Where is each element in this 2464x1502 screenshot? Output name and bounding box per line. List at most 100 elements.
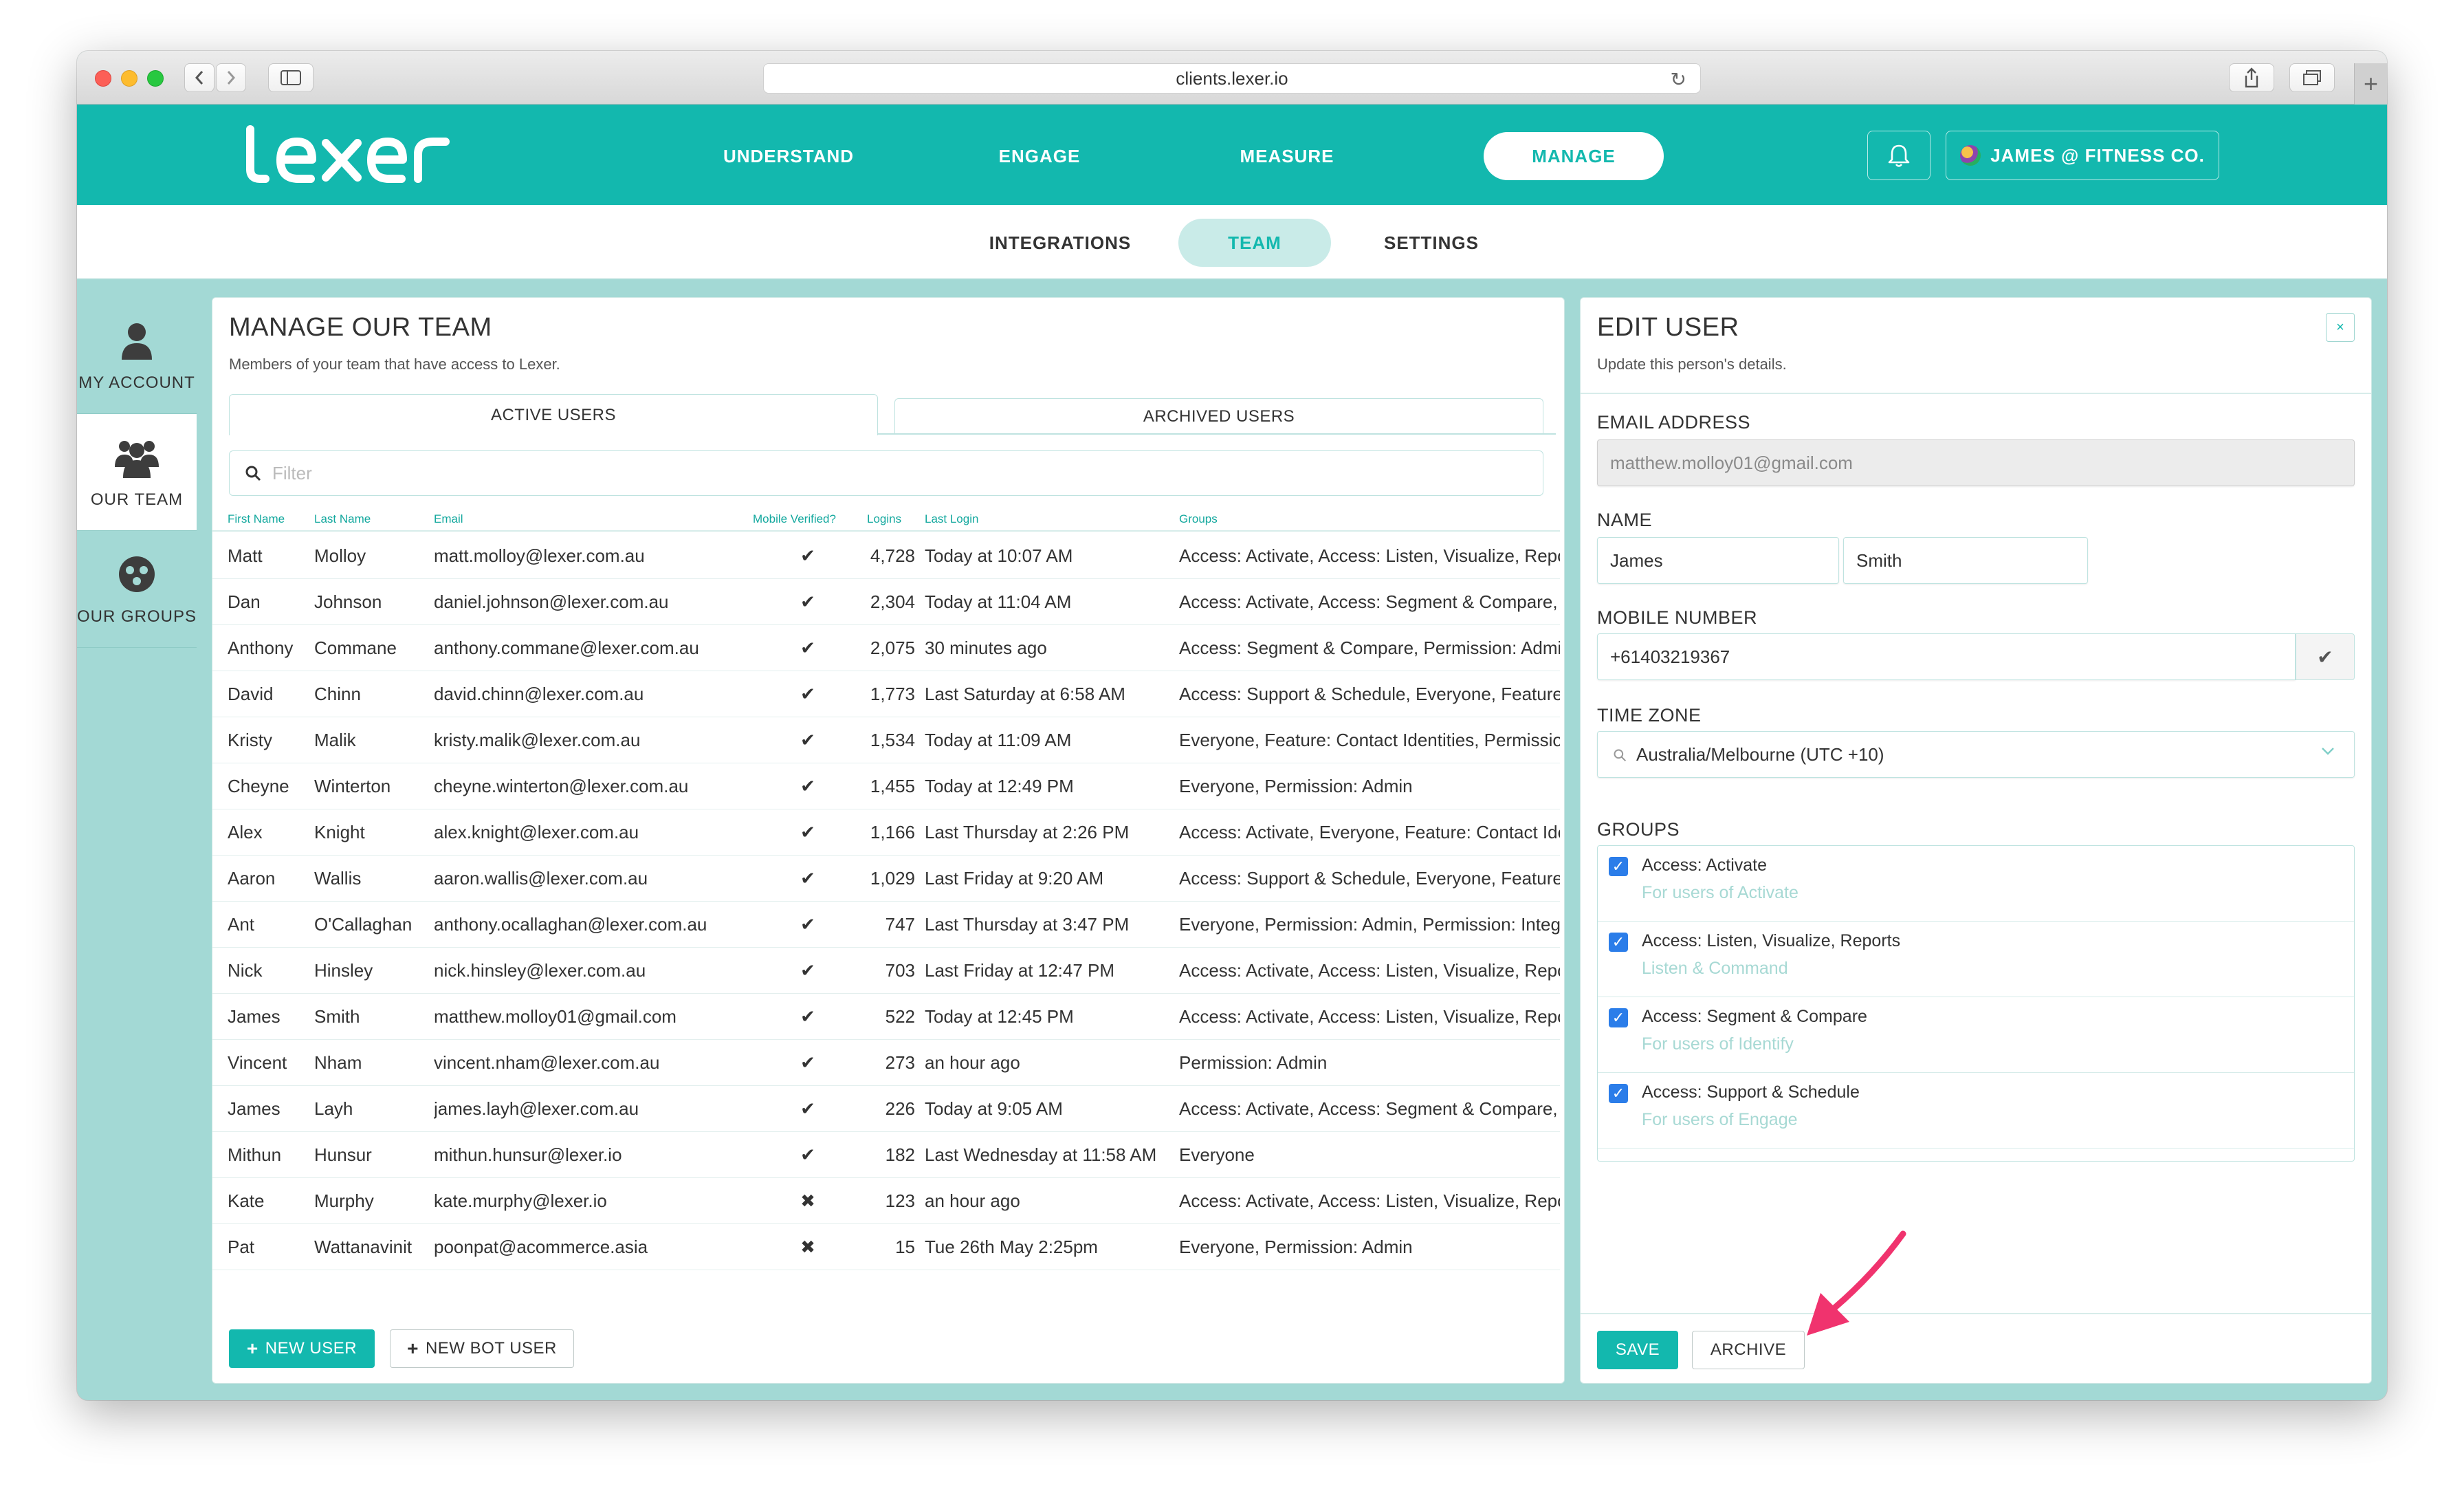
reload-icon[interactable]: ↻	[1671, 68, 1686, 91]
sidebar-item-our-groups[interactable]: OUR GROUPS	[77, 531, 197, 648]
group-item[interactable]: ✓ Access: Activate For users of Activate	[1598, 846, 2354, 922]
zoom-window-button[interactable]	[147, 70, 164, 87]
cell-logins: 2,304	[870, 591, 915, 612]
new-tab-button[interactable]: +	[2354, 63, 2387, 105]
sidebar-item-my-account[interactable]: MY ACCOUNT	[77, 297, 197, 414]
nav-engage[interactable]: ENGAGE	[978, 132, 1101, 180]
filter-field[interactable]	[229, 450, 1543, 496]
email-label: EMAIL ADDRESS	[1597, 412, 1751, 433]
lexer-logo[interactable]	[242, 124, 462, 186]
col-last-name[interactable]: Last Name	[314, 512, 371, 526]
cell-logins: 4,728	[870, 545, 915, 566]
save-button[interactable]: SAVE	[1597, 1331, 1678, 1369]
cell-last-login: Last Friday at 9:20 AM	[925, 868, 1104, 889]
tabs-overview-button[interactable]	[2289, 63, 2335, 92]
table-row[interactable]: Mithun Hunsur mithun.hunsur@lexer.io ✔ 182 La…	[212, 1132, 1560, 1178]
share-button[interactable]	[2229, 63, 2274, 92]
address-bar[interactable]: clients.lexer.io ↻	[763, 63, 1701, 94]
timezone-select[interactable]: Australia/Melbourne (UTC +10)	[1597, 731, 2355, 778]
group-checkbox[interactable]: ✓	[1609, 857, 1628, 876]
cell-logins: 522	[885, 1006, 915, 1027]
cell-last-login: Today at 12:49 PM	[925, 776, 1074, 796]
nav-understand[interactable]: UNDERSTAND	[710, 132, 868, 180]
table-row[interactable]: David Chinn david.chinn@lexer.com.au ✔ 1,773…	[212, 671, 1560, 717]
col-email[interactable]: Email	[434, 512, 463, 526]
cell-first-name: Alex	[228, 822, 263, 842]
new-user-button[interactable]: + NEW USER	[229, 1329, 375, 1368]
cell-last-login: Last Thursday at 2:26 PM	[925, 822, 1130, 842]
last-name-field[interactable]: Smith	[1843, 537, 2088, 584]
table-row[interactable]: James Layh james.layh@lexer.com.au ✔ 226 Toda…	[212, 1086, 1560, 1132]
table-row[interactable]: Matt Molloy matt.molloy@lexer.com.au ✔ 4,728…	[212, 533, 1560, 579]
table-row[interactable]: Pat Wattanavinit poonpat@acommerce.asia ✖ 15…	[212, 1224, 1560, 1270]
account-menu-button[interactable]: JAMES @ FITNESS CO.	[1946, 131, 2219, 180]
new-user-label: NEW USER	[265, 1339, 358, 1358]
col-first-name[interactable]: First Name	[228, 512, 285, 526]
verify-mobile-button[interactable]: ✔	[2296, 633, 2355, 680]
tab-integrations[interactable]: INTEGRATIONS	[971, 219, 1150, 267]
nav-manage[interactable]: MANAGE	[1484, 132, 1664, 180]
group-checkbox[interactable]: ✓	[1609, 1084, 1628, 1103]
group-name: Access: Segment & Compare	[1642, 1007, 1867, 1026]
email-value: matthew.molloy01@gmail.com	[1610, 452, 1853, 473]
tab-active-users[interactable]: ACTIVE USERS	[229, 394, 878, 435]
col-last-login[interactable]: Last Login	[925, 512, 978, 526]
table-row[interactable]: Anthony Commane anthony.commane@lexer.com.…	[212, 625, 1560, 671]
table-row[interactable]: Matt Test 2matt.molloy.test2@lexer.com.au…	[212, 1270, 1560, 1273]
group-item[interactable]: ✓ Access: Support & Schedule For users of …	[1598, 1073, 2354, 1149]
sidebar-toggle-button[interactable]	[268, 63, 314, 92]
edit-user-subtitle: Update this person's details.	[1597, 356, 1787, 373]
cell-mobile-verified: ✖	[800, 1190, 815, 1211]
group-item[interactable]: ✓ Access: Listen, Visualize, Reports Liste…	[1598, 922, 2354, 997]
group-checkbox[interactable]: ✓	[1609, 933, 1628, 952]
cell-mobile-verified: ✔	[800, 822, 815, 842]
group-name: Access: Support & Schedule	[1642, 1082, 1860, 1102]
minimize-window-button[interactable]	[121, 70, 138, 87]
cell-logins: 1,166	[870, 822, 915, 842]
tab-team[interactable]: TEAM	[1178, 219, 1331, 267]
cell-groups: Access: Activate, Access: Segment & Comp…	[1179, 591, 1560, 612]
table-row[interactable]: Dan Johnson daniel.johnson@lexer.com.au ✔ 2,…	[212, 579, 1560, 625]
forward-button[interactable]	[216, 63, 246, 92]
group-item[interactable]: ✓ Access: Segment & Compare For users of I…	[1598, 997, 2354, 1073]
groups-list: ✓ Access: Activate For users of Activate ✓ A…	[1597, 845, 2355, 1162]
table-row[interactable]: Ant O'Callaghan anthony.ocallaghan@lexer.c…	[212, 902, 1560, 948]
archive-button[interactable]: ARCHIVE	[1692, 1331, 1805, 1369]
mobile-field[interactable]: +61403219367	[1597, 633, 2296, 680]
col-mobile-verified[interactable]: Mobile Verified?	[753, 512, 836, 526]
cell-email: aaron.wallis@lexer.com.au	[434, 868, 648, 889]
tab-settings[interactable]: SETTINGS	[1363, 219, 1500, 267]
tab-archived-users[interactable]: ARCHIVED USERS	[894, 398, 1543, 434]
cell-email: kate.murphy@lexer.io	[434, 1190, 607, 1211]
nav-measure[interactable]: MEASURE	[1218, 132, 1356, 180]
table-row[interactable]: Aaron Wallis aaron.wallis@lexer.com.au ✔ 1,0…	[212, 856, 1560, 902]
table-row[interactable]: Cheyne Winterton cheyne.winterton@lexer.co…	[212, 763, 1560, 809]
sidebar-item-our-team[interactable]: OUR TEAM	[77, 414, 197, 531]
cell-email: cheyne.winterton@lexer.com.au	[434, 776, 689, 796]
cell-last-name: Wattanavinit	[314, 1237, 412, 1257]
chevron-down-icon	[2322, 748, 2334, 755]
first-name-field[interactable]: James	[1597, 537, 1839, 584]
table-row[interactable]: James Smith matthew.molloy01@gmail.com ✔ 522…	[212, 994, 1560, 1040]
notifications-button[interactable]	[1867, 131, 1930, 180]
close-window-button[interactable]	[95, 70, 111, 87]
group-checkbox[interactable]: ✓	[1609, 1008, 1628, 1027]
cell-mobile-verified: ✖	[787, 1270, 828, 1273]
cell-last-name: Murphy	[314, 1190, 374, 1211]
cell-first-name: Vincent	[228, 1052, 287, 1073]
new-bot-user-button[interactable]: + NEW BOT USER	[390, 1329, 574, 1368]
col-logins[interactable]: Logins	[867, 512, 901, 526]
table-row[interactable]: Kristy Malik kristy.malik@lexer.com.au ✔ 1,5…	[212, 717, 1560, 763]
bell-icon	[1888, 144, 1910, 167]
cell-email: kristy.malik@lexer.com.au	[434, 730, 641, 750]
table-row[interactable]: Vincent Nham vincent.nham@lexer.com.au ✔ 273…	[212, 1040, 1560, 1086]
table-row[interactable]: Kate Murphy kate.murphy@lexer.io ✖ 123 an hou…	[212, 1178, 1560, 1224]
back-button[interactable]	[184, 63, 214, 92]
cell-mobile-verified: ✖	[800, 1237, 815, 1257]
table-row[interactable]: Nick Hinsley nick.hinsley@lexer.com.au ✔ 703…	[212, 948, 1560, 994]
table-row[interactable]: Alex Knight alex.knight@lexer.com.au ✔ 1,166…	[212, 809, 1560, 856]
close-panel-button[interactable]: ×	[2326, 313, 2355, 342]
filter-input[interactable]	[272, 462, 1441, 484]
cell-last-name: Winterton	[314, 776, 391, 796]
col-groups[interactable]: Groups	[1179, 512, 1218, 526]
